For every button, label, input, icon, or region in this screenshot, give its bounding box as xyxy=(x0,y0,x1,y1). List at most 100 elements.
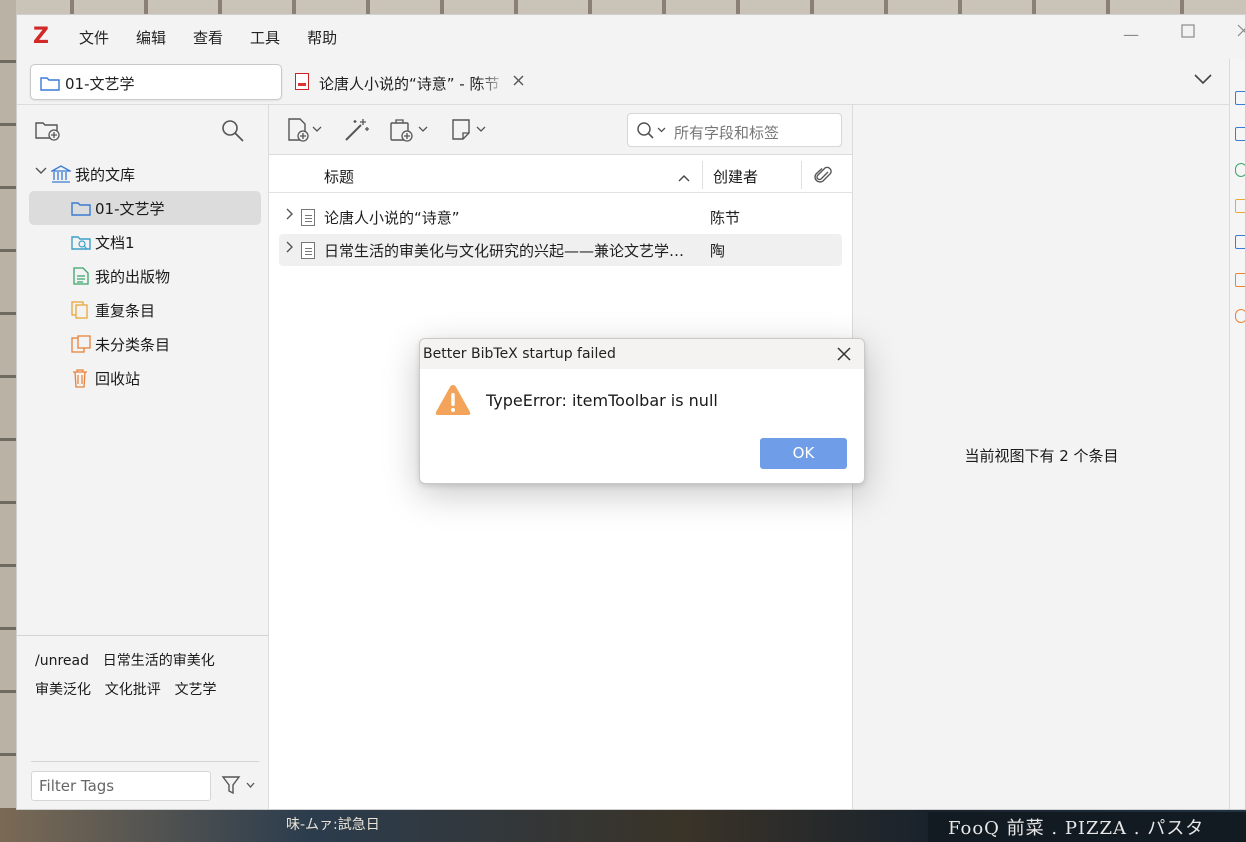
column-title[interactable]: 标题 xyxy=(324,166,354,187)
new-collection-icon[interactable] xyxy=(35,119,61,145)
error-dialog: Better BibTeX startup failed TypeError: … xyxy=(419,338,865,484)
table-row[interactable]: 论唐人小说的“诗意” 陈节 xyxy=(279,201,842,233)
tree-label-my-library: 我的文库 xyxy=(75,166,136,184)
tag-filter-menu-icon[interactable] xyxy=(221,775,257,801)
menu-help[interactable]: 帮助 xyxy=(307,27,351,48)
tag-item[interactable]: 审美泛化 xyxy=(35,679,91,699)
publications-icon xyxy=(73,267,89,289)
item-title: 论唐人小说的“诗意” xyxy=(324,209,460,227)
tab-library[interactable]: 01-文艺学 xyxy=(30,64,282,100)
item-title: 日常生活的审美化与文化研究的兴起——兼论文艺学的学科反思 xyxy=(324,242,686,260)
tree-label-collection: 01-文艺学 xyxy=(95,200,165,218)
new-item-icon[interactable] xyxy=(287,117,329,143)
close-window-icon[interactable] xyxy=(1237,23,1245,42)
chevron-down-icon[interactable] xyxy=(35,165,47,179)
column-separator[interactable] xyxy=(801,161,802,189)
tab-bar: 01-文艺学 论唐人小说的“诗意” - 陈节 xyxy=(17,59,1229,105)
chevron-right-icon[interactable] xyxy=(285,241,295,256)
dialog-message: TypeError: itemToolbar is null xyxy=(486,391,718,410)
magic-wand-icon[interactable] xyxy=(343,117,371,143)
tree-label-my-publications: 我的出版物 xyxy=(95,268,171,286)
pdf-icon xyxy=(295,73,309,90)
info-icon[interactable] xyxy=(1235,91,1245,105)
tag-item[interactable]: 文化批评 xyxy=(105,679,161,699)
sort-ascending-icon[interactable] xyxy=(678,169,690,187)
tab-document[interactable]: 论唐人小说的“诗意” - 陈节 xyxy=(293,69,533,95)
menu-tools[interactable]: 工具 xyxy=(250,27,294,48)
duplicate-icon xyxy=(71,301,89,323)
menu-file[interactable]: 文件 xyxy=(79,27,123,48)
tree-row-trash[interactable]: 回收站 xyxy=(29,361,261,395)
item-count-message: 当前视图下有 2 个条目 xyxy=(964,447,1119,465)
tree-row-my-library[interactable]: 我的文库 xyxy=(29,157,261,191)
items-toolbar: 所有字段和标签 xyxy=(269,105,852,155)
menu-bar: 文件 编辑 查看 工具 帮助 xyxy=(79,27,364,48)
dialog-title: Better BibTeX startup failed xyxy=(423,346,616,362)
filter-tags-input[interactable]: Filter Tags xyxy=(31,771,211,801)
search-collections-icon[interactable] xyxy=(221,119,245,147)
folder-icon xyxy=(40,75,60,95)
related-icon[interactable] xyxy=(1235,309,1245,323)
warning-icon xyxy=(434,383,472,421)
title-bar: Z 文件 编辑 查看 工具 帮助 — xyxy=(17,15,1245,59)
collection-tree: 我的文库 01-文艺学 文档1 我的出版物 重复条目 未分类条目 回收站 xyxy=(29,157,261,395)
items-column-header: 标题 创建者 xyxy=(269,155,852,193)
table-row[interactable]: 日常生活的审美化与文化研究的兴起——兼论文艺学的学科反思 陶 xyxy=(279,234,842,266)
unfiled-icon xyxy=(71,335,91,357)
tag-item[interactable]: /unread xyxy=(35,653,89,669)
tab-list-chevron-icon[interactable] xyxy=(1193,69,1213,90)
libraries-icon[interactable] xyxy=(1235,235,1245,249)
tab-document-label: 论唐人小说的“诗意” - 陈节 xyxy=(319,75,500,93)
tree-row-unfiled[interactable]: 未分类条目 xyxy=(29,327,261,361)
tree-row-duplicates[interactable]: 重复条目 xyxy=(29,293,261,327)
folder-icon xyxy=(71,200,91,220)
item-creator: 陈节 xyxy=(710,209,741,227)
document-icon xyxy=(301,209,315,226)
menu-view[interactable]: 查看 xyxy=(193,27,237,48)
maximize-icon[interactable] xyxy=(1181,23,1195,42)
search-input[interactable]: 所有字段和标签 xyxy=(627,113,842,147)
context-pane-sidenav xyxy=(1229,59,1245,809)
trash-icon xyxy=(72,368,88,392)
item-creator: 陶 xyxy=(710,242,726,260)
search-icon[interactable] xyxy=(636,121,670,145)
document-icon xyxy=(301,242,315,259)
item-pane: 当前视图下有 2 个条目 xyxy=(852,105,1229,809)
tree-label-duplicates: 重复条目 xyxy=(95,302,156,320)
dialog-title-bar: Better BibTeX startup failed xyxy=(420,339,864,369)
notes-icon[interactable] xyxy=(1235,199,1245,213)
menu-edit[interactable]: 编辑 xyxy=(136,27,180,48)
abstract-icon[interactable] xyxy=(1235,127,1245,141)
paperclip-icon[interactable] xyxy=(813,165,833,189)
tag-item[interactable]: 文艺学 xyxy=(175,679,217,699)
collections-pane: 我的文库 01-文艺学 文档1 我的出版物 重复条目 未分类条目 回收站 /un… xyxy=(17,105,269,809)
dialog-close-icon[interactable] xyxy=(837,344,851,366)
search-placeholder: 所有字段和标签 xyxy=(674,124,780,142)
column-creator[interactable]: 创建者 xyxy=(713,166,758,187)
wallpaper-sign-text: FooQ 前菜 . PIZZA . パスタ xyxy=(928,812,1246,842)
tree-label-unfiled: 未分类条目 xyxy=(95,336,171,354)
tree-label-saved-search: 文档1 xyxy=(95,234,135,252)
chevron-right-icon[interactable] xyxy=(285,208,295,223)
add-attachment-icon[interactable] xyxy=(389,117,433,143)
desktop-wallpaper-left xyxy=(0,0,16,842)
tab-close-icon[interactable] xyxy=(513,71,524,90)
saved-search-icon xyxy=(71,234,91,254)
tab-library-label: 01-文艺学 xyxy=(65,75,135,93)
new-note-icon[interactable] xyxy=(451,117,493,143)
tree-row-my-publications[interactable]: 我的出版物 xyxy=(29,259,261,293)
ok-button[interactable]: OK xyxy=(760,438,847,469)
tree-row-saved-search[interactable]: 文档1 xyxy=(29,225,261,259)
zotero-logo: Z xyxy=(33,24,49,49)
tags-icon[interactable] xyxy=(1235,273,1245,287)
tag-item[interactable]: 日常生活的审美化 xyxy=(103,650,215,670)
tree-label-trash: 回收站 xyxy=(95,370,141,388)
tag-divider xyxy=(31,761,259,762)
library-icon xyxy=(49,165,73,187)
minimize-icon[interactable]: — xyxy=(1123,25,1139,44)
attachment-icon[interactable] xyxy=(1235,163,1245,177)
tree-row-collection[interactable]: 01-文艺学 xyxy=(29,191,261,225)
wallpaper-chalk-text: 味-ムァ:試急日 xyxy=(286,817,380,833)
column-separator[interactable] xyxy=(702,161,703,189)
tag-selector: /unread 日常生活的审美化 审美泛化 文化批评 文艺学 xyxy=(17,635,269,755)
